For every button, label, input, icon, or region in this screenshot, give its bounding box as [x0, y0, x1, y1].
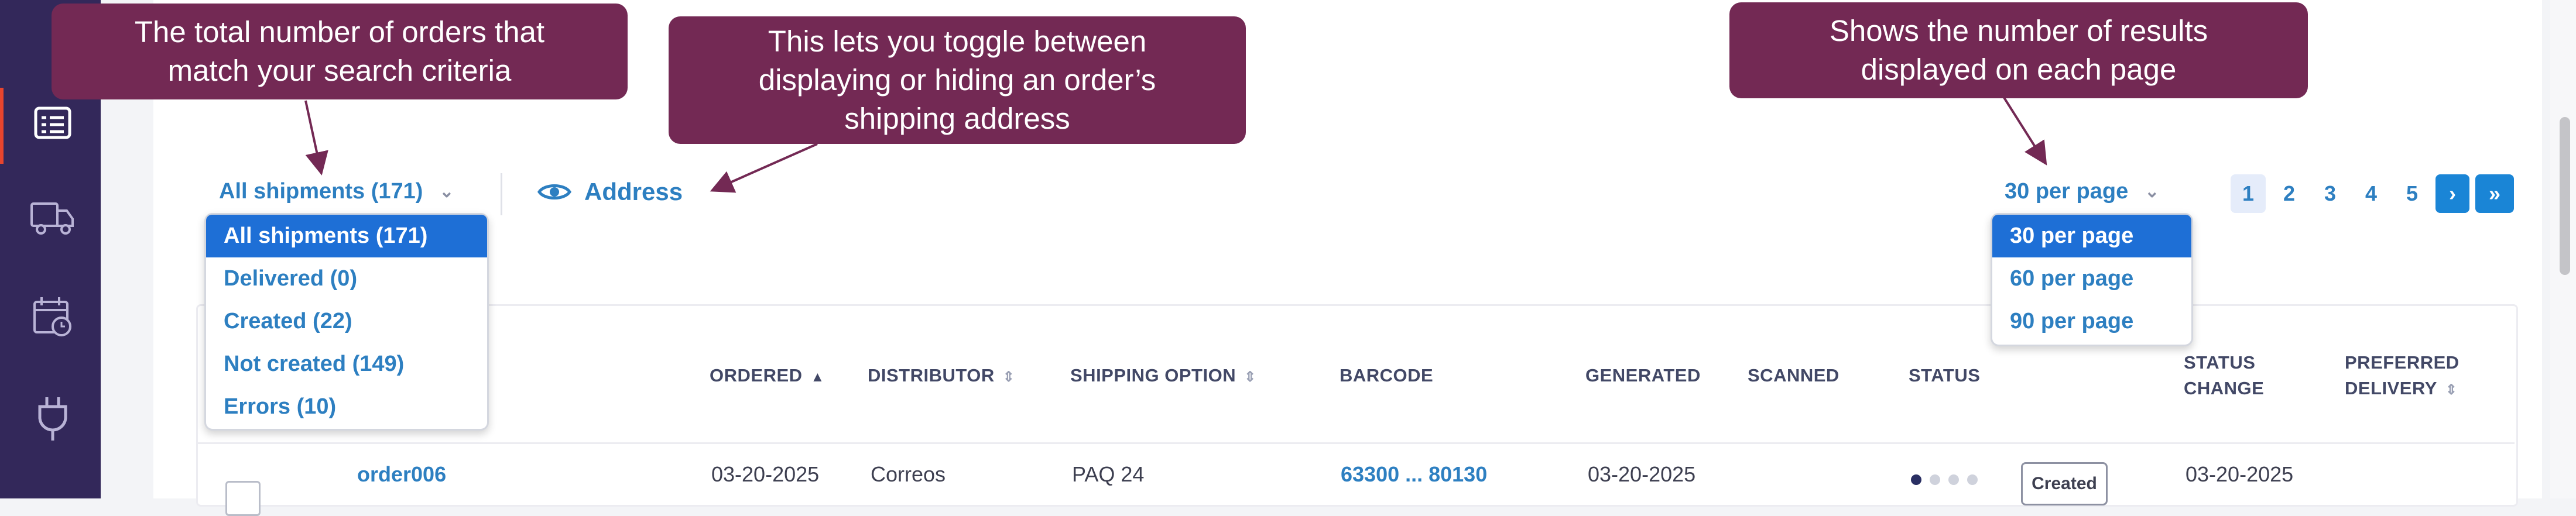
arrow-to-address — [710, 143, 818, 193]
arrow-to-filter — [304, 100, 328, 176]
callout-arrows — [304, 94, 2047, 193]
arrow-to-per-page — [2001, 94, 2047, 166]
